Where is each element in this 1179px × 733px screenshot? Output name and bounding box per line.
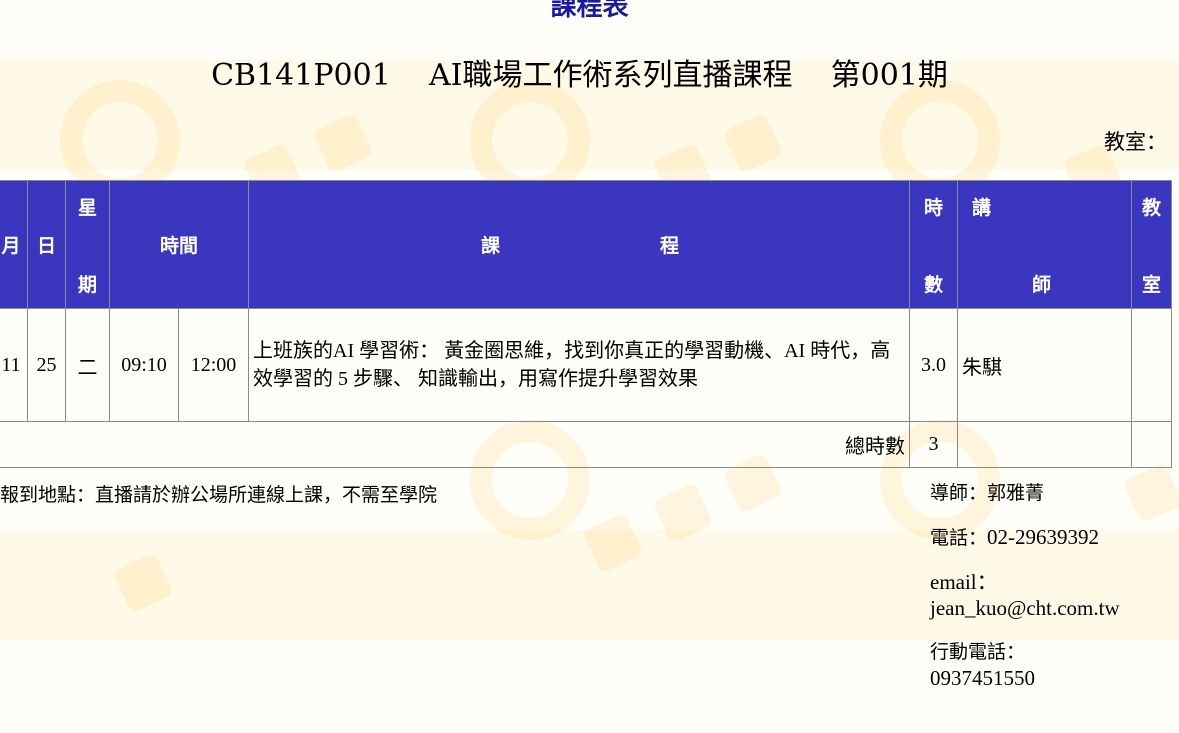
mentor: 導師：郭雅菁 xyxy=(930,482,1045,504)
header-room: 教室 xyxy=(1131,180,1173,309)
cell-day: 25 xyxy=(27,308,66,422)
mobile-line: 行動電話： 0937451550 xyxy=(930,639,1175,691)
cell-end-time: 12:00 xyxy=(177,308,250,422)
header-hours-bottom: 數 xyxy=(924,273,944,296)
header-teacher-top: 講 xyxy=(972,196,992,219)
watermark-chip-icon xyxy=(652,482,714,544)
header-weekday: 星期 xyxy=(65,180,110,309)
cell-course: 上班族的AI 學習術： 黃金圈思維，找到你真正的學習動機、AI 時代，高效學習的… xyxy=(248,308,911,422)
cell-hours: 3.0 xyxy=(909,308,959,422)
header-course: 課 程 xyxy=(248,180,911,309)
report-location: 報到地點：直播請於辦公場所連線上課，不需至學院 xyxy=(0,484,438,506)
email-label: email： xyxy=(930,570,998,594)
header-course-left: 課 xyxy=(481,235,501,257)
watermark-chip-icon xyxy=(112,552,174,614)
cell-room xyxy=(1131,308,1173,422)
header-hours-top: 時 xyxy=(924,196,944,219)
document-title: 課程表 xyxy=(550,0,629,22)
header-weekday-bottom: 期 xyxy=(77,273,97,296)
table-row: 11 25 二 09:10 12:00 上班族的AI 學習術： 黃金圈思維，找到… xyxy=(0,308,1173,422)
cell-weekday: 二 xyxy=(65,308,110,422)
header-month: 月 xyxy=(0,180,28,309)
header-time: 時間 xyxy=(108,180,250,309)
header-weekday-top: 星 xyxy=(77,196,97,219)
cell-month: 11 xyxy=(0,308,28,422)
total-teacher-empty xyxy=(957,421,1133,468)
watermark-chip-icon xyxy=(312,112,374,174)
phone-label: 電話： xyxy=(930,527,988,549)
course-heading: CB141P001 AI職場工作術系列直播課程 第001期 xyxy=(0,54,1159,98)
header-teacher: 講師 xyxy=(957,180,1133,309)
watermark-chip-icon xyxy=(582,512,644,574)
schedule-table: 月 日 星期 時間 課 程 時數 講師 教室 11 25 二 09:10 12:… xyxy=(0,180,1173,468)
email-address[interactable]: jean_kuo@cht.com.tw xyxy=(930,595,1175,621)
header-room-top: 教 xyxy=(1142,196,1162,219)
classroom-label: 教室： xyxy=(1104,130,1167,154)
watermark-chip-icon xyxy=(722,112,784,174)
header-teacher-bottom: 師 xyxy=(1032,273,1052,296)
cell-start-time: 09:10 xyxy=(109,308,179,422)
phone-line: 電話：02-29639392 xyxy=(930,524,1175,551)
header-room-bottom: 室 xyxy=(1142,273,1162,296)
mobile-label: 行動電話： xyxy=(930,641,1026,663)
total-room-empty xyxy=(1131,421,1173,468)
course-name: AI職場工作術系列直播課程 xyxy=(428,58,793,93)
cell-teacher: 朱騏 xyxy=(957,308,1133,422)
phone-number: 02-29639392 xyxy=(987,525,1100,549)
course-code: CB141P001 xyxy=(211,58,391,93)
course-term: 第001期 xyxy=(830,58,948,93)
header-day: 日 xyxy=(27,180,66,309)
contact-info: 導師：郭雅菁 電話：02-29639392 email： jean_kuo@cht… xyxy=(930,480,1175,709)
email-line: email： jean_kuo@cht.com.tw xyxy=(930,569,1175,621)
total-hours-value: 3 xyxy=(909,421,959,468)
mobile-number: 0937451550 xyxy=(930,666,1035,690)
header-hours: 時數 xyxy=(909,180,959,309)
total-hours-label: 總時數 xyxy=(0,421,911,468)
header-course-right: 程 xyxy=(660,235,680,257)
total-row: 總時數 3 xyxy=(0,421,1173,468)
table-header-row: 月 日 星期 時間 課 程 時數 講師 教室 xyxy=(0,180,1173,309)
